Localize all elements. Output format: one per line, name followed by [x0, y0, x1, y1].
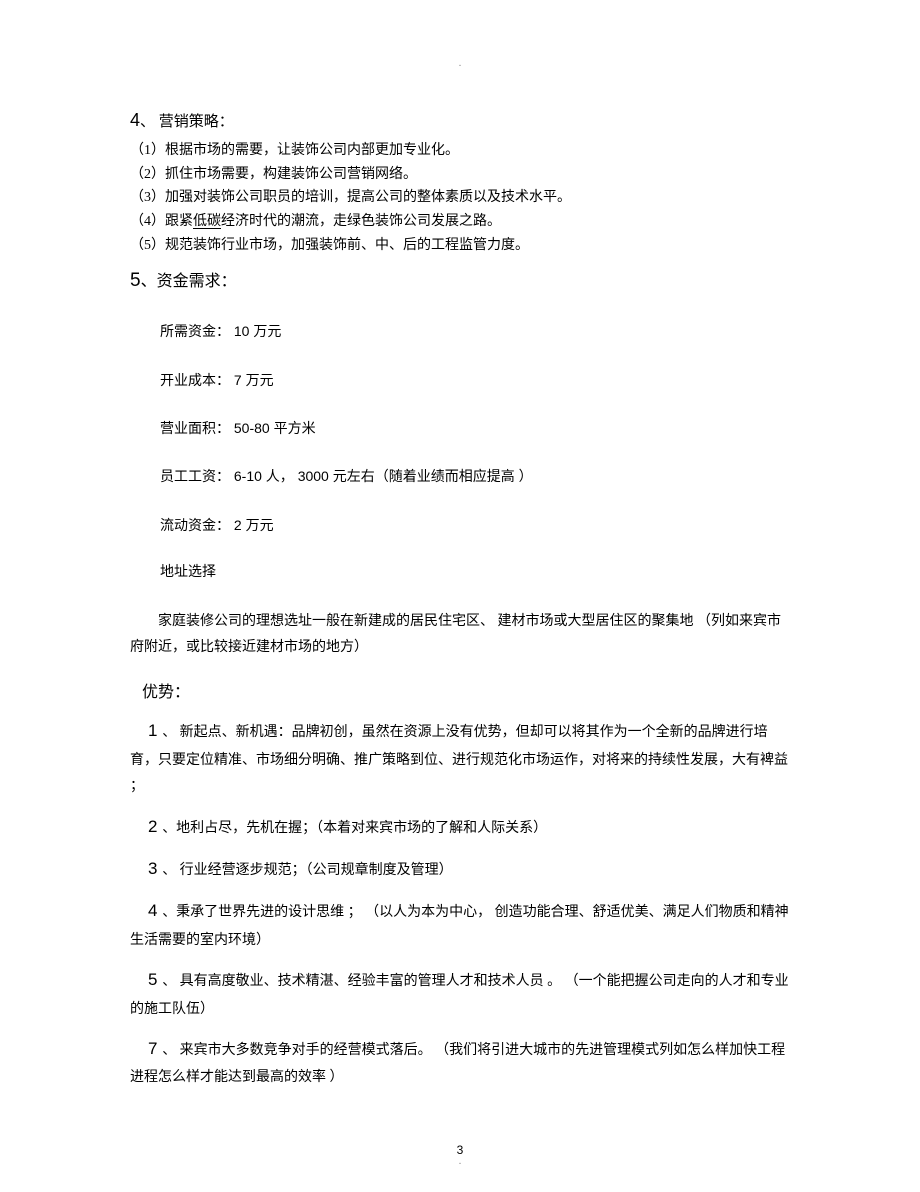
fund-addr-label: 地址选择	[160, 562, 790, 584]
advantage-3-text: 、 行业经营逐步规范；（公司规章制度及管理）	[162, 863, 453, 878]
advantage-5: 5 、 具有高度敬业、技术精湛、经验丰富的管理人才和技术人员 。 （一个能把握公…	[130, 964, 790, 1023]
section4-item-5: （5）规范装饰行业市场，加强装饰前、中、后的工程监管力度。	[130, 234, 790, 258]
advantage-5-text: 、 具有高度敬业、技术精湛、经验丰富的管理人才和技术人员 。 （一个能把握公司走…	[130, 974, 789, 1016]
fund-salary-label: 员工工资：	[160, 470, 230, 485]
section5-number: 5	[130, 270, 141, 291]
fund-area-label: 营业面积：	[160, 422, 230, 437]
section5-title: 、资金需求：	[141, 273, 237, 290]
fund-liquid-label: 流动资金：	[160, 519, 230, 534]
advantage-1-text: 、 新起点、新机遇：品牌初创，虽然在资源上没有优势，但却可以将其作为一个全新的品…	[130, 725, 788, 794]
section4-item4-prefix: （4）跟紧	[130, 214, 193, 229]
section4-item-3: （3）加强对装饰公司职员的培训，提高公司的整体素质以及技术水平。	[130, 186, 790, 210]
advantage-5-num: 5	[148, 970, 162, 989]
section4-number: 4	[130, 110, 140, 130]
section4-heading: 4、 营销策略：	[130, 106, 790, 135]
fund-salary: 员工工资： 6-10 人， 3000 元左右（随着业绩而相应提高 ）	[160, 465, 790, 489]
section5-heading: 5、资金需求：	[130, 266, 790, 296]
fund-startup-label: 开业成本：	[160, 374, 230, 389]
section4-item-4: （4）跟紧低碳经济时代的潮流，走绿色装饰公司发展之路。	[130, 210, 790, 234]
advantage-7-text: 、 来宾市大多数竞争对手的经营模式落后。 （我们将引进大城市的先进管理模式列如怎…	[130, 1043, 785, 1085]
fund-salary-value: 6-10 人， 3000 元左右（随着业绩而相应提高 ）	[230, 468, 533, 484]
section4-item4-underline: 低碳	[193, 214, 221, 229]
footer-marker: .	[0, 1154, 920, 1170]
advantage-2: 2 、地利占尽，先机在握；（本着对来宾市场的了解和人际关系）	[130, 811, 790, 843]
fund-area: 营业面积： 50-80 平方米	[160, 417, 790, 441]
advantage-1: 1 、 新起点、新机遇：品牌初创，虽然在资源上没有优势，但却可以将其作为一个全新…	[130, 715, 790, 800]
fund-liquid-value: 2 万元	[230, 517, 274, 533]
section4-item-1: （1）根据市场的需要，让装饰公司内部更加专业化。	[130, 139, 790, 163]
advantage-2-num: 2	[148, 817, 162, 836]
fund-need: 所需资金： 10 万元	[160, 320, 790, 344]
advantage-2-text: 、地利占尽，先机在握；（本着对来宾市场的了解和人际关系）	[162, 821, 547, 836]
fund-area-value: 50-80 平方米	[230, 420, 316, 436]
advantage-1-num: 1	[148, 721, 162, 740]
advantage-4-text: 、秉承了世界先进的设计思维 ； （以人为本为中心， 创造功能合理、舒适优美、满足…	[130, 905, 789, 947]
advantage-7: 7 、 来宾市大多数竞争对手的经营模式落后。 （我们将引进大城市的先进管理模式列…	[130, 1033, 790, 1092]
header-marker: .	[0, 56, 920, 72]
advantage-3-num: 3	[148, 859, 162, 878]
fund-need-label: 所需资金：	[160, 325, 230, 340]
advantage-3: 3 、 行业经营逐步规范；（公司规章制度及管理）	[130, 853, 790, 885]
fund-startup: 开业成本： 7 万元	[160, 369, 790, 393]
advantage-4-num: 4	[148, 901, 162, 920]
fund-need-value: 10 万元	[230, 323, 281, 339]
advantages-heading: 优势：	[142, 680, 790, 706]
advantage-4: 4 、秉承了世界先进的设计思维 ； （以人为本为中心， 创造功能合理、舒适优美、…	[130, 895, 790, 954]
section4-title: 、 营销策略：	[140, 114, 234, 130]
section4-item-2: （2）抓住市场需要，构建装饰公司营销网络。	[130, 163, 790, 187]
address-description: 家庭装修公司的理想选址一般在新建成的居民住宅区、 建材市场或大型居住区的聚集地 …	[130, 609, 790, 662]
section4-item4-suffix: 经济时代的潮流，走绿色装饰公司发展之路。	[221, 214, 501, 229]
fund-startup-value: 7 万元	[230, 372, 274, 388]
advantage-7-num: 7	[148, 1039, 162, 1058]
fund-liquid: 流动资金： 2 万元	[160, 514, 790, 538]
